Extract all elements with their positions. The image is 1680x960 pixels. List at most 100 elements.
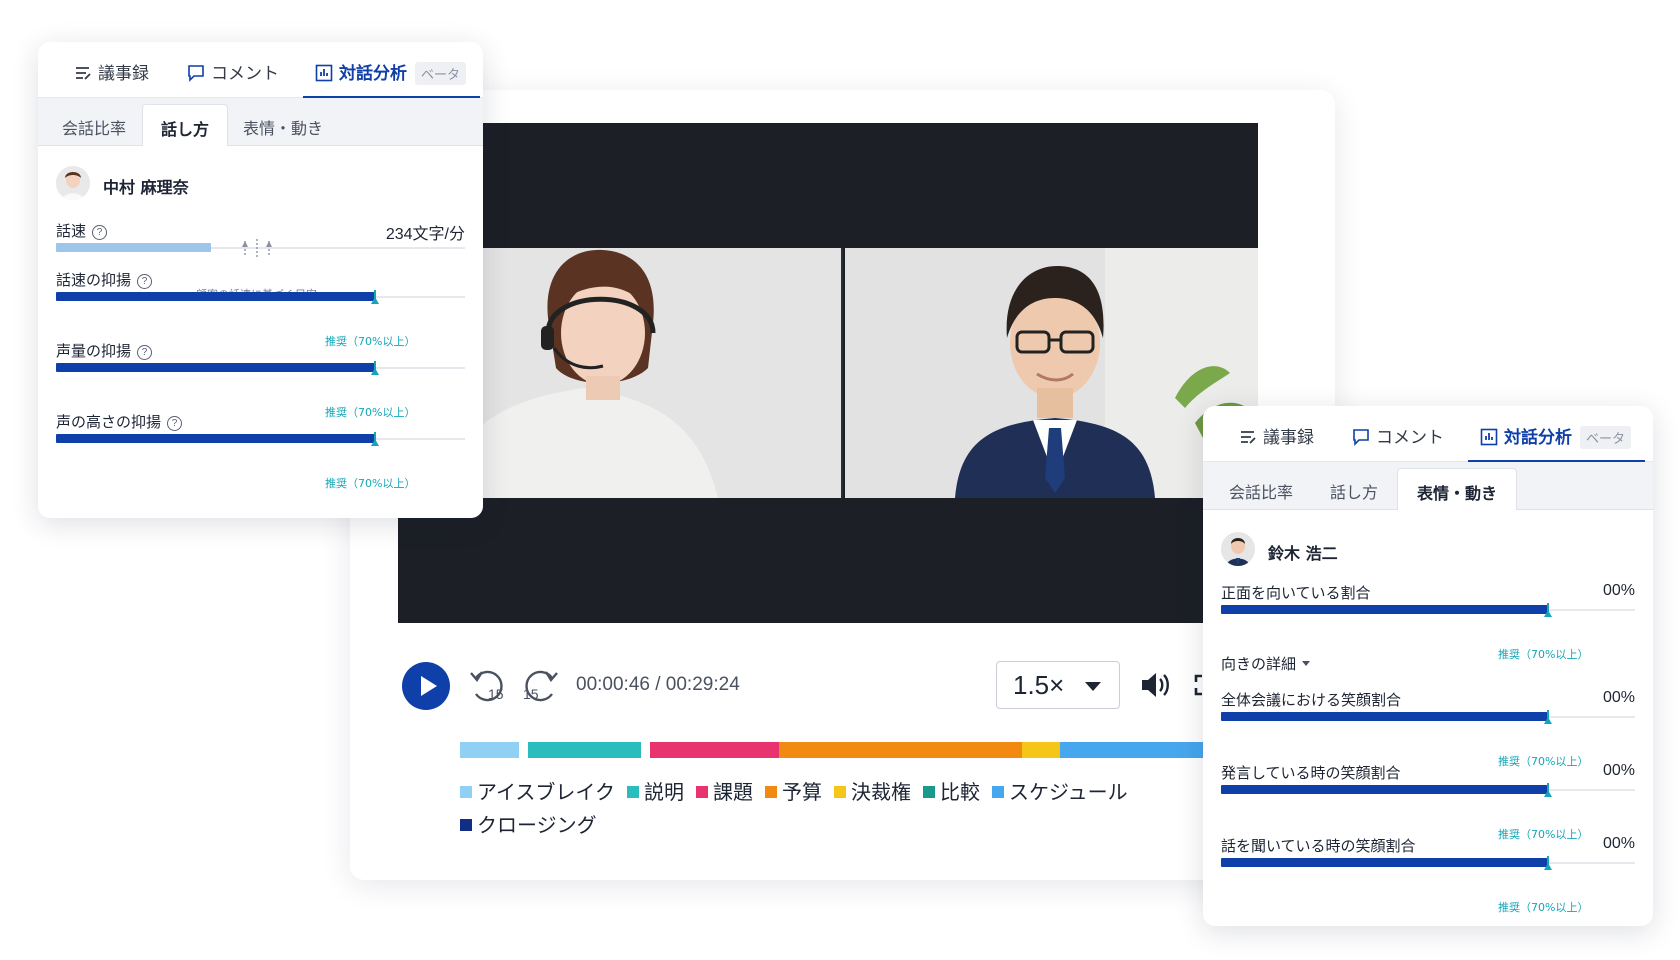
metric-track: 推奨（70%以上）	[1221, 603, 1635, 661]
recommended-marker-icon	[1544, 710, 1552, 724]
tab-speaking-style[interactable]: 話し方	[1311, 468, 1397, 510]
metric-label: 声の高さの抑揚?	[56, 411, 183, 432]
speech-rate-track: 顧客の話速に基づく目安	[56, 239, 465, 301]
metric-label: 話を聞いている時の笑顔割合	[1221, 837, 1416, 855]
legend-label: 決裁権	[851, 780, 911, 804]
bar-chart-icon	[1480, 428, 1498, 446]
legend-item: 課題	[696, 776, 753, 809]
legend-label: 比較	[940, 780, 980, 804]
playback-speed-select[interactable]: 1.5×	[996, 661, 1120, 709]
volume-button[interactable]	[1140, 670, 1172, 700]
topic-segment[interactable]	[1060, 742, 1220, 758]
metric-row: 全体会議における笑顔割合 00% 推奨（70%以上）	[1221, 689, 1635, 768]
skip-forward-button[interactable]: 15	[520, 664, 560, 706]
metric-row: 声の高さの抑揚? 推奨（70%以上）	[56, 411, 465, 490]
skip-back-button[interactable]: 15	[468, 664, 508, 706]
tab-minutes-label: 議事録	[1263, 428, 1314, 448]
legend-swatch	[460, 786, 472, 798]
tab-conversation-ratio[interactable]: 会話比率	[1211, 468, 1311, 510]
metric-track: 推奨（70%以上）	[56, 361, 465, 419]
tab-analysis[interactable]: 対話分析 ベータ	[1467, 406, 1646, 463]
legend-label: 予算	[782, 780, 822, 804]
legend-label: 説明	[644, 780, 684, 804]
topic-segment[interactable]	[528, 742, 641, 758]
expression-analysis-panel: 議事録 コメント 対話分析 ベータ 会話比率 話し方 表情・動き 鈴木 浩二 正面…	[1203, 406, 1653, 926]
tab-analysis[interactable]: 対話分析 ベータ	[302, 42, 481, 99]
legend-swatch	[923, 786, 935, 798]
metric-value: 00%	[1602, 762, 1635, 779]
tab-analysis-label: 対話分析	[339, 64, 407, 84]
metric-row: 正面を向いている割合 00% 推奨（70%以上）	[1221, 582, 1635, 661]
metric-label: 声量の抑揚?	[56, 340, 153, 361]
topic-segment[interactable]	[779, 742, 1022, 758]
recommended-marker-icon	[1544, 603, 1552, 617]
metric-label: 全体会議における笑顔割合	[1221, 691, 1402, 709]
metric-track: 推奨（70%以上）	[56, 290, 465, 348]
help-icon[interactable]: ?	[137, 274, 153, 289]
legend-swatch	[627, 786, 639, 798]
sub-tabs: 会話比率 話し方 表情・動き	[1203, 462, 1653, 510]
recommended-marker-icon	[1544, 783, 1552, 797]
metric-bar	[56, 363, 375, 372]
playback-speed-value: 1.5×	[1013, 670, 1065, 700]
topic-segment[interactable]	[1022, 742, 1060, 758]
help-icon[interactable]: ?	[167, 416, 183, 431]
tab-speaking-style[interactable]: 話し方	[142, 104, 228, 146]
recommended-note: 推奨（70%以上）	[1498, 901, 1589, 914]
legend-swatch	[460, 819, 472, 831]
tab-comment[interactable]: コメント	[1352, 406, 1444, 462]
metric-label: 話速の抑揚?	[56, 269, 153, 290]
comment-icon	[1353, 429, 1369, 446]
tab-minutes[interactable]: 議事録	[74, 42, 149, 98]
topic-timeline[interactable]	[460, 742, 1220, 758]
tab-comment[interactable]: コメント	[187, 42, 279, 98]
legend-item: アイスブレイク	[460, 776, 615, 809]
metric-bar	[56, 434, 375, 443]
help-icon[interactable]: ?	[92, 225, 108, 240]
tab-expression[interactable]: 表情・動き	[228, 104, 338, 146]
legend-item: クロージング	[460, 809, 597, 842]
metric-track: 推奨（70%以上）	[56, 432, 465, 490]
topic-segment[interactable]	[650, 742, 779, 758]
legend-item: 説明	[627, 776, 684, 809]
time-display: 00:00:46 / 00:29:24	[576, 674, 740, 695]
metric-value: 00%	[1602, 689, 1635, 706]
tab-conversation-ratio[interactable]: 会話比率	[46, 104, 142, 146]
player-controls: 15 15 00:00:46 / 00:29:24 1.5×	[398, 658, 1258, 714]
main-tabs: 議事録 コメント 対話分析 ベータ	[1203, 406, 1653, 463]
tab-minutes[interactable]: 議事録	[1239, 406, 1314, 462]
video-screen[interactable]	[398, 123, 1258, 623]
recommended-note: 推奨（70%以上）	[1498, 648, 1589, 661]
metric-value: 00%	[1602, 582, 1635, 599]
legend-item: 比較	[923, 776, 980, 809]
metric-bar	[1221, 858, 1548, 867]
legend-item: 決裁権	[834, 776, 911, 809]
metric-track: 推奨（70%以上）	[1221, 710, 1635, 768]
participant-video-man	[845, 248, 1258, 498]
topic-segment[interactable]	[460, 742, 519, 758]
skip-back-seconds: 15	[488, 686, 504, 702]
legend-item: スケジュール	[992, 776, 1128, 809]
help-icon[interactable]: ?	[137, 345, 153, 360]
legend-label: スケジュール	[1009, 780, 1128, 804]
metric-label: 話速?	[56, 220, 108, 241]
sub-tabs: 会話比率 話し方 表情・動き	[38, 98, 483, 146]
metric-label: 発言している時の笑顔割合	[1221, 764, 1401, 782]
avatar	[1221, 532, 1255, 566]
video-player-card: 15 15 00:00:46 / 00:29:24 1.5× アイスブレイク 説…	[350, 90, 1335, 880]
direction-detail-dropdown[interactable]: 向きの詳細	[1221, 653, 1311, 674]
metric-track: 推奨（70%以上）	[1221, 856, 1635, 914]
metric-bar	[1221, 785, 1548, 794]
tab-expression[interactable]: 表情・動き	[1397, 468, 1517, 510]
legend-swatch	[992, 786, 1004, 798]
speech-analysis-panel: 議事録 コメント 対話分析 ベータ 会話比率 話し方 表情・動き 中村 麻理奈 話…	[38, 42, 483, 518]
tab-analysis-label: 対話分析	[1504, 428, 1572, 448]
participant-name: 鈴木 浩二	[1268, 544, 1338, 563]
metric-row: 話を聞いている時の笑顔割合 00% 推奨（70%以上）	[1221, 835, 1635, 914]
bar-chart-icon	[315, 64, 333, 82]
beta-badge: ベータ	[415, 62, 467, 85]
metric-bar	[1221, 605, 1548, 614]
main-tabs: 議事録 コメント 対話分析 ベータ	[38, 42, 483, 99]
metric-bar	[1221, 712, 1548, 721]
play-button[interactable]	[402, 662, 450, 710]
